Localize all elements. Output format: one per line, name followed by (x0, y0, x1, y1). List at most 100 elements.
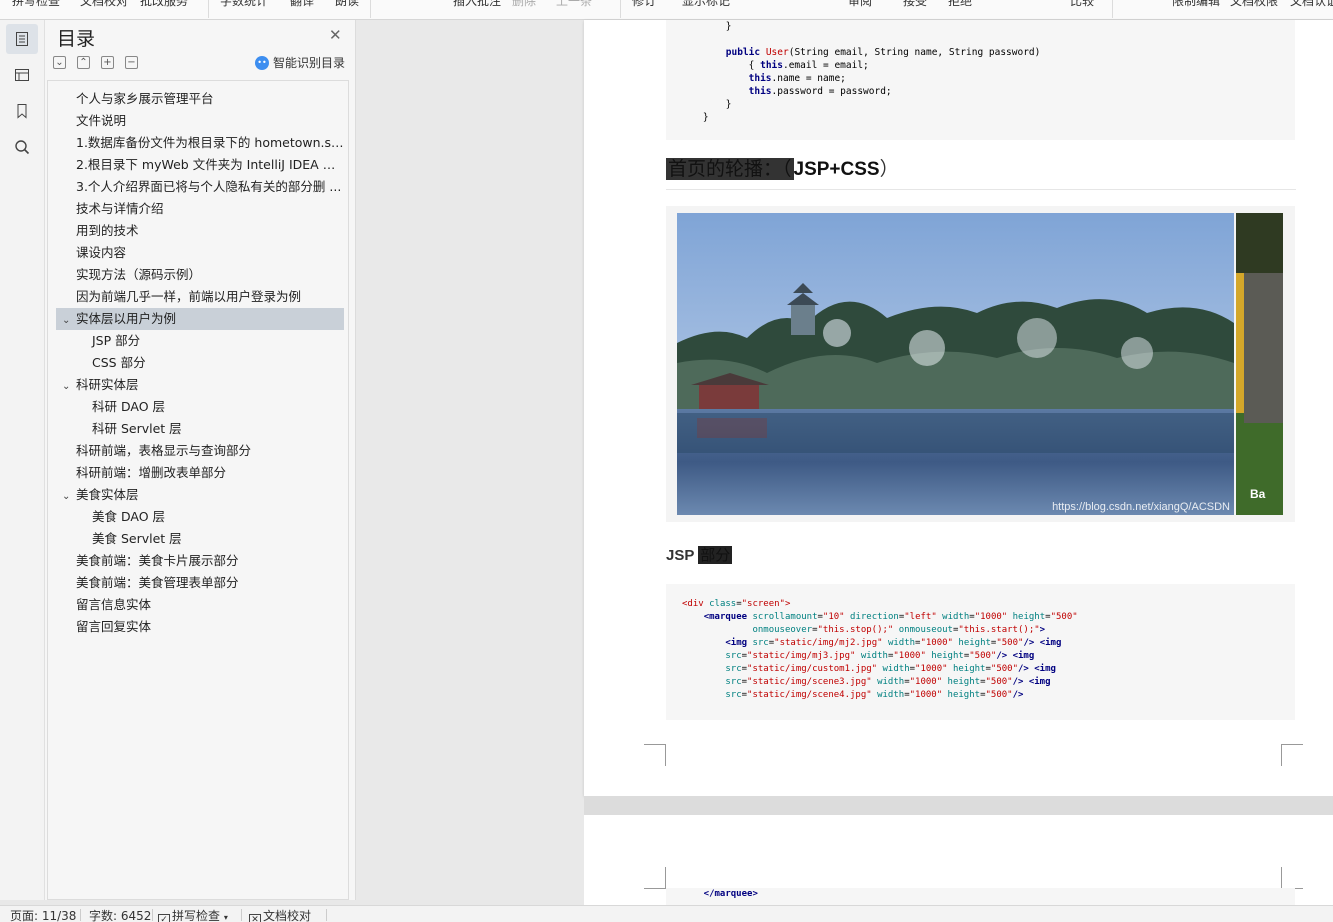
toc-item-label: 3.个人介绍界面已将与个人隐私有关的部分删 ... (76, 179, 342, 194)
document-page: } public User(String email, String name,… (584, 20, 1333, 796)
proofread-button[interactable]: 文档校对 (80, 0, 128, 9)
carousel-image-frame: https://blog.csdn.net/xiangQ/ACSDN Ba (666, 206, 1295, 522)
toc-item[interactable]: 科研 Servlet 层 (56, 418, 344, 440)
toc-item[interactable]: ⌄ 美食实体层 (56, 484, 344, 506)
photo2-text: Ba (1250, 487, 1266, 501)
toc-item[interactable]: 1.数据库备份文件为根目录下的 hometown.s ... (56, 132, 344, 154)
heading-carousel: 首页的轮播：（ JSP+CSS） (666, 156, 1296, 190)
compare-button[interactable]: 比较 (1070, 0, 1094, 9)
toc-item[interactable]: 3.个人介绍界面已将与个人隐私有关的部分删 ... (56, 176, 344, 198)
ai-icon: •• (255, 55, 269, 70)
toc-item-label: 美食 Servlet 层 (92, 531, 182, 546)
toc-item[interactable]: 用到的技术 (56, 220, 344, 242)
delete-comment-button[interactable]: 删除 (512, 0, 536, 9)
track-changes-button[interactable]: 修订 (632, 0, 656, 9)
toc-title: 目录 (57, 28, 96, 50)
checkbox-icon: ✓ (158, 914, 170, 922)
toc-item[interactable]: 文件说明 (56, 110, 344, 132)
toc-item[interactable]: 因为前端几乎一样，前端以用户登录为例 (56, 286, 344, 308)
expand-up-icon[interactable]: ⌃ (77, 56, 90, 69)
toc-item[interactable]: CSS 部分 (56, 352, 344, 374)
show-markup-button[interactable]: 显示标记 (682, 0, 730, 9)
chevron-down-icon[interactable]: ⌄ (62, 486, 76, 506)
subheading-cn: 部分 (698, 546, 733, 564)
toc-item-label: 科研前端：增删改表单部分 (76, 465, 227, 480)
close-icon[interactable]: ✕ (329, 26, 342, 44)
spell-check-button[interactable]: 拼写检查 (12, 0, 60, 9)
toc-item[interactable]: 2.根目录下 myWeb 文件夹为 IntelliJ IDEA 项 ... (56, 154, 344, 176)
toc-item[interactable]: 个人与家乡展示管理平台 (56, 88, 344, 110)
spell-check-toggle[interactable]: ✓ 拼写检查 ▾ (158, 907, 228, 922)
review-button[interactable]: 审阅 (848, 0, 872, 9)
toc-item-label: 美食实体层 (76, 487, 139, 502)
toc-item[interactable]: 实现方法（源码示例） (56, 264, 344, 286)
insert-comment-button[interactable]: 插入批注 (453, 0, 501, 9)
heading-jsp-part: JSP 部分 (666, 544, 733, 565)
toc-item[interactable]: 美食 Servlet 层 (56, 528, 344, 550)
heading-text-end: ） (879, 158, 899, 180)
code-line: </marquee> (682, 889, 758, 899)
add-level-icon[interactable]: + (101, 56, 114, 69)
remove-level-icon[interactable]: − (125, 56, 138, 69)
toc-panel: 目录 ✕ ⌄ ⌃ + − •• 智能识别目录 个人与家乡展示管理平台文件说明 1.… (45, 20, 356, 900)
toc-item[interactable]: ⌄ 实体层以用户为例 (56, 308, 344, 330)
reject-button[interactable]: 拒绝 (948, 0, 972, 9)
proofread-label: 文档校对 (263, 909, 312, 922)
bookmark-icon[interactable] (6, 96, 38, 126)
toc-item-label: 实体层以用户为例 (76, 311, 177, 326)
dropdown-icon: ▾ (223, 913, 228, 922)
toc-item-label: 因为前端几乎一样，前端以用户登录为例 (76, 289, 302, 304)
code-block-jsp: <div class="screen"> <marquee scrollamou… (666, 584, 1295, 720)
prev-comment-button[interactable]: 上一条 (556, 0, 592, 9)
doc-permission-button[interactable]: 文档权限 (1230, 0, 1278, 9)
page-indicator[interactable]: 页面: 11/38 (10, 907, 76, 922)
accept-button[interactable]: 接受 (903, 0, 927, 9)
word-count-button[interactable]: 字数统计 (220, 0, 268, 9)
page-corner-mark (644, 744, 666, 766)
toc-item-label: 美食 DAO 层 (92, 509, 166, 524)
search-icon[interactable] (6, 132, 38, 162)
toc-item[interactable]: ⌄ 科研实体层 (56, 374, 344, 396)
proofread-toggle[interactable]: ✕ 文档校对 (249, 907, 311, 922)
toc-item[interactable]: 美食前端：美食卡片展示部分 (56, 550, 344, 572)
chevron-down-icon[interactable]: ⌄ (62, 310, 76, 330)
read-aloud-button[interactable]: 朗读 (335, 0, 359, 9)
toc-item[interactable]: 留言回复实体 (56, 616, 344, 638)
page-corner-mark (644, 867, 666, 889)
toc-item[interactable]: 课设内容 (56, 242, 344, 264)
toc-item[interactable]: JSP 部分 (56, 330, 344, 352)
smart-toc-button[interactable]: •• 智能识别目录 (255, 54, 345, 71)
toc-item-label: 美食前端：美食卡片展示部分 (76, 553, 239, 568)
toc-item[interactable]: 科研 DAO 层 (56, 396, 344, 418)
chevron-down-icon[interactable]: ⌄ (62, 376, 76, 396)
collapse-all-icon[interactable]: ⌄ (53, 56, 66, 69)
doc-cert-button[interactable]: 文档认证 (1290, 0, 1333, 9)
spell-check-label: 拼写检查 (172, 909, 221, 922)
toc-item-label: 用到的技术 (76, 223, 139, 238)
restrict-editing-button[interactable]: 限制编辑 (1172, 0, 1220, 9)
toc-item-label: 文件说明 (76, 113, 127, 128)
page-corner-mark (1281, 744, 1303, 766)
toc-item-label: 实现方法（源码示例） (76, 267, 202, 282)
toc-item[interactable]: 美食前端：美食管理表单部分 (56, 572, 344, 594)
toc-item[interactable]: 美食 DAO 层 (56, 506, 344, 528)
outline-icon[interactable] (6, 60, 38, 90)
toc-item[interactable]: 科研前端：增删改表单部分 (56, 462, 344, 484)
toc-item[interactable]: 技术与详情介绍 (56, 198, 344, 220)
toc-item-label: 留言信息实体 (76, 597, 152, 612)
review-service-button[interactable]: 批改服务 (140, 0, 188, 9)
toc-item[interactable]: 科研前端，表格显示与查询部分 (56, 440, 344, 462)
toc-icon[interactable] (6, 24, 38, 54)
proof-icon: ✕ (249, 914, 261, 922)
toc-item[interactable]: 留言信息实体 (56, 594, 344, 616)
word-count[interactable]: 字数: 6452 (89, 907, 151, 922)
page-separator (584, 796, 1333, 815)
translate-button[interactable]: 翻译 (290, 0, 314, 9)
ribbon-toolbar: 拼写检查 文档校对 批改服务 字数统计 翻译 朗读 插入批注 删除 上一条 修订… (0, 0, 1333, 20)
toc-item-label: 科研前端，表格显示与查询部分 (76, 443, 252, 458)
heading-text-latin: JSP+CSS (793, 159, 880, 180)
next-photo-strip: Ba (1236, 213, 1283, 515)
toc-item-label: 科研 DAO 层 (92, 399, 166, 414)
toc-item-label: 课设内容 (76, 245, 127, 260)
subheading-latin: JSP (666, 547, 699, 564)
